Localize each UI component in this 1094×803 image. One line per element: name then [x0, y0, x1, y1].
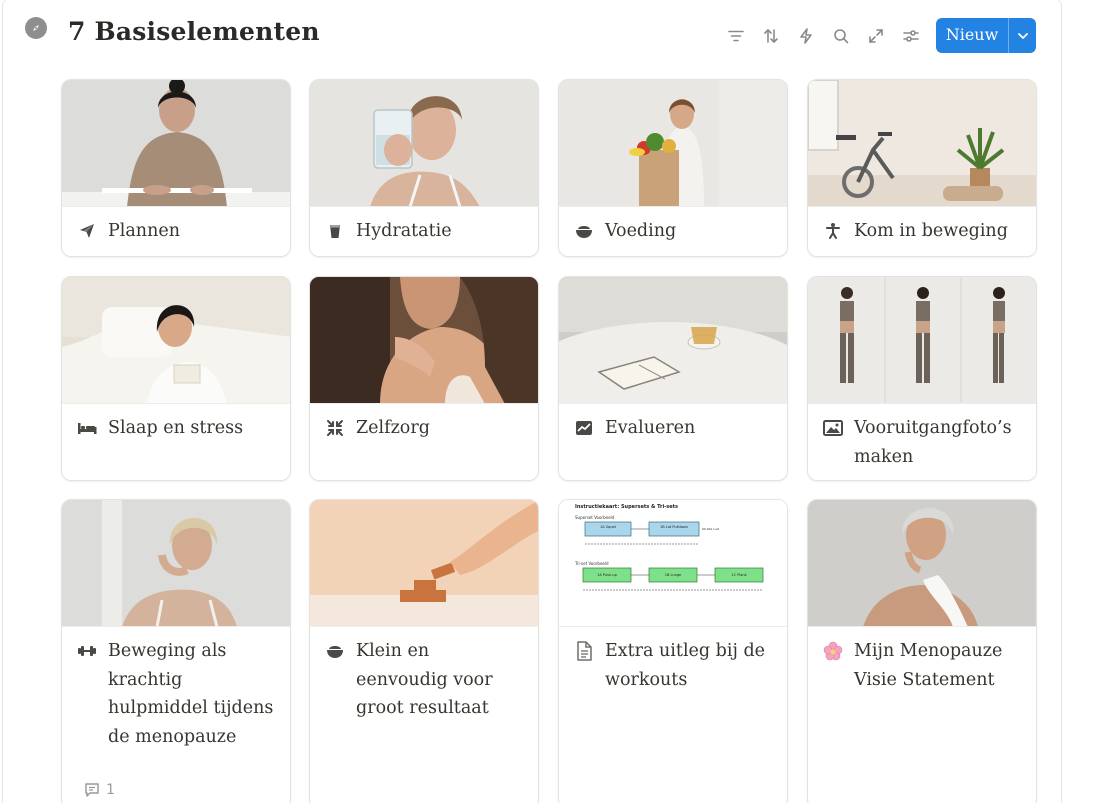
compass-icon[interactable] [25, 17, 47, 39]
card-cover-image [808, 277, 1036, 404]
gallery-card-extra-uitleg[interactable]: Instructiekaart: Supersets & Tri-sets Su… [558, 499, 788, 803]
new-button-label[interactable]: Nieuw [936, 18, 1008, 53]
expand-icon[interactable] [863, 23, 889, 49]
gallery-card-voeding[interactable]: Voeding [558, 79, 788, 257]
new-button[interactable]: Nieuw [936, 18, 1036, 53]
bowl-icon [573, 220, 595, 242]
card-cover-image [62, 80, 290, 207]
settings-icon[interactable] [898, 23, 924, 49]
collapse-icon [324, 417, 346, 439]
card-title: Hydratatie [356, 221, 452, 241]
card-title: Extra uitleg bij de workouts [605, 641, 766, 690]
cup-icon [324, 220, 346, 242]
card-title: Kom in beweging [854, 221, 1008, 241]
chart-icon [573, 417, 595, 439]
bed-icon [76, 417, 98, 439]
send-icon [76, 220, 98, 242]
diagram-triset-label: Tri-set Voorbeeld [574, 561, 609, 566]
comment-icon [85, 783, 99, 797]
card-cover-image [310, 277, 538, 404]
gallery-card-beweging[interactable]: Beweging als krachtig hulpmiddel tijdens… [61, 499, 291, 803]
gallery-card-plannen[interactable]: Plannen [61, 79, 291, 257]
card-title: Voeding [605, 221, 677, 241]
document-icon [573, 640, 595, 662]
bowl-icon [324, 640, 346, 662]
dumbbell-icon [76, 640, 98, 662]
gallery-card-hydratatie[interactable]: Hydratatie [309, 79, 539, 257]
gallery-card-vooruitgangfotos[interactable]: Vooruitgangfoto’s maken [807, 276, 1037, 481]
card-cover-image [559, 277, 787, 404]
diagram-box: 1A Push-up [597, 573, 618, 577]
gallery-card-zelfzorg[interactable]: Zelfzorg [309, 276, 539, 481]
diagram-box: 1B Lunge [665, 573, 681, 577]
chevron-down-icon[interactable] [1009, 18, 1036, 53]
diagram-rest-label: 60-90s rust [702, 527, 720, 531]
sort-icon[interactable] [758, 23, 784, 49]
card-cover-image: Instructiekaart: Supersets & Tri-sets Su… [559, 500, 787, 627]
card-cover-image [310, 500, 538, 627]
database-panel: 7 Basiselementen Nieuw Plannen Hydratati… [2, 0, 1062, 803]
card-cover-image [62, 277, 290, 404]
diagram-box: 1A Squat [600, 525, 617, 529]
card-cover-image [559, 80, 787, 207]
card-title: Beweging als krachtig hulpmiddel tijdens… [108, 641, 274, 747]
diagram-box: 1B Lat Pulldown [660, 525, 688, 529]
card-title: Evalueren [605, 418, 696, 438]
card-title: Zelfzorg [356, 418, 430, 438]
gallery-card-klein-en-eenvoudig[interactable]: Klein en eenvoudig voor groot resultaat [309, 499, 539, 803]
card-title: Klein en eenvoudig voor groot resultaat [356, 641, 493, 718]
card-cover-image [62, 500, 290, 627]
gallery-card-kom-in-beweging[interactable]: Kom in beweging [807, 79, 1037, 257]
filter-icon[interactable] [723, 23, 749, 49]
comment-count-value: 1 [106, 782, 115, 798]
gallery-card-slaap-en-stress[interactable]: Slaap en stress [61, 276, 291, 481]
diagram-heading: Instructiekaart: Supersets & Tri-sets [575, 504, 678, 510]
figure-icon [822, 220, 844, 242]
card-cover-image [808, 500, 1036, 627]
automation-icon[interactable] [793, 23, 819, 49]
gallery-card-visie-statement[interactable]: Mijn Menopauze Visie Statement [807, 499, 1037, 803]
image-icon [822, 417, 844, 439]
flower-icon [822, 640, 844, 662]
page-title[interactable]: 7 Basiselementen [68, 17, 320, 46]
gallery-card-evalueren[interactable]: Evalueren [558, 276, 788, 481]
search-icon[interactable] [828, 23, 854, 49]
database-header: 7 Basiselementen Nieuw [23, 15, 1061, 55]
card-title: Vooruitgangfoto’s maken [854, 418, 1012, 467]
card-title: Slaap en stress [108, 418, 244, 438]
diagram-box: 1C Plank [731, 573, 747, 577]
comment-count[interactable]: 1 [84, 782, 115, 798]
card-cover-image [808, 80, 1036, 207]
card-title: Plannen [108, 221, 180, 241]
card-title: Mijn Menopauze Visie Statement [854, 641, 1003, 690]
card-cover-image [310, 80, 538, 207]
diagram-superset-label: Superset Voorbeeld [575, 515, 615, 520]
